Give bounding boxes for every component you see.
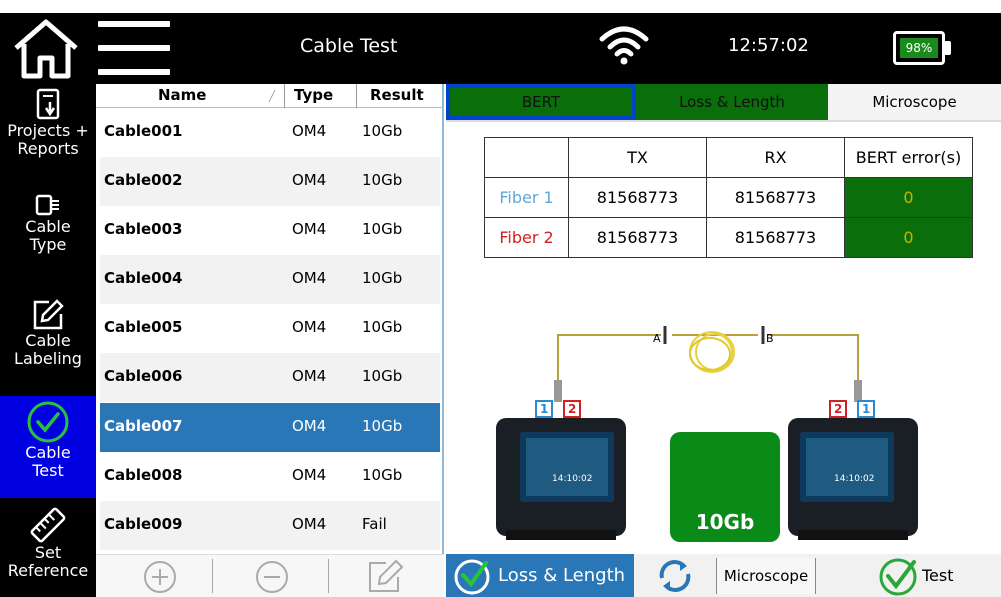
edit-icon <box>33 299 64 330</box>
loss-length-button[interactable]: Loss & Length <box>446 554 634 597</box>
header-bar: Cable Test 12:57:02 98% <box>0 13 1001 84</box>
sidebar-item-cable-type[interactable]: Cable Type <box>0 190 96 280</box>
wifi-icon <box>599 26 649 65</box>
test-check-icon[interactable] <box>876 556 922 596</box>
ruler-icon <box>30 507 66 543</box>
list-header: Name Type Result <box>96 84 442 108</box>
battery-icon: 98% <box>893 31 953 65</box>
sidebar: Projects + Reports Cable Type Cable Labe… <box>0 84 96 597</box>
sidebar-item-projects-reports[interactable]: Projects + Reports <box>0 84 96 172</box>
table-row[interactable]: Cable005 OM4 10Gb <box>100 304 440 353</box>
column-type-header[interactable]: Type <box>294 86 333 104</box>
top-strip <box>380 0 645 13</box>
list-toolbar <box>96 554 444 597</box>
device-clock-left: 14:10:02 <box>552 474 593 484</box>
cable-list: Name Type Result Cable001 OM4 10Gb Cable… <box>96 84 444 554</box>
port-2-label: 2 <box>568 402 577 416</box>
sort-icon <box>268 90 276 102</box>
check-circle-icon <box>27 401 69 443</box>
page-title: Cable Test <box>300 35 398 57</box>
test-button[interactable]: Test <box>922 566 954 585</box>
device-clock-right: 14:10:02 <box>834 474 875 484</box>
end-a-label: A <box>653 332 661 345</box>
battery-level: 98% <box>900 38 938 58</box>
table-row[interactable]: Cable001 OM4 10Gb <box>100 108 440 157</box>
tab-microscope[interactable]: Microscope <box>828 84 1001 120</box>
bottom-toolbar: Loss & Length Microscope Test <box>446 554 1001 597</box>
end-b-label: B <box>766 332 774 345</box>
tab-divider <box>446 120 1001 122</box>
result-tabs: BERT Loss & Length Microscope <box>446 84 1001 120</box>
table-row: Fiber 2 81568773 81568773 0 <box>484 217 973 258</box>
table-row[interactable]: Cable002 OM4 10Gb <box>100 157 440 206</box>
port-2-label: 2 <box>834 402 843 416</box>
sidebar-item-cable-test[interactable]: Cable Test <box>0 396 96 498</box>
port-1-label: 1 <box>540 402 549 416</box>
table-row[interactable]: Cable006 OM4 10Gb <box>100 353 440 402</box>
menu-icon[interactable] <box>98 21 170 75</box>
check-circle-icon <box>454 559 490 595</box>
port-1-label: 1 <box>862 402 871 416</box>
pass-speed-label: 10Gb <box>695 510 755 534</box>
bert-results-table: TX RX BERT error(s) Fiber 1 81568773 815… <box>484 137 973 258</box>
phone-document-icon <box>36 88 60 120</box>
add-cable-button[interactable] <box>140 559 180 595</box>
table-row[interactable]: Cable003 OM4 10Gb <box>100 206 440 255</box>
table-row[interactable]: Cable008 OM4 10Gb <box>100 452 440 501</box>
remove-cable-button[interactable] <box>252 559 292 595</box>
microscope-button[interactable]: Microscope <box>716 558 816 594</box>
tab-bert[interactable]: BERT <box>446 84 636 120</box>
sidebar-item-set-reference[interactable]: Set Reference <box>0 504 96 597</box>
table-row-selected[interactable]: Cable007 OM4 10Gb <box>100 403 440 452</box>
pass-badge: 10Gb <box>670 432 780 542</box>
edit-cable-button[interactable] <box>366 559 406 595</box>
home-icon[interactable] <box>10 18 82 80</box>
table-row: Fiber 1 81568773 81568773 0 <box>484 177 973 218</box>
sidebar-item-cable-labeling[interactable]: Cable Labeling <box>0 294 96 390</box>
connector-icon <box>35 194 59 216</box>
cable-diagram: A B 1 2 2 1 14:10:02 14:10:02 10Gb <box>446 280 1001 555</box>
refresh-icon[interactable] <box>654 558 696 594</box>
table-row[interactable]: Cable009 OM4 Fail <box>100 501 440 550</box>
column-name-header[interactable]: Name <box>158 86 206 104</box>
tab-loss-length[interactable]: Loss & Length <box>636 84 828 120</box>
column-result-header[interactable]: Result <box>370 86 424 104</box>
table-header-row: TX RX BERT error(s) <box>484 137 973 178</box>
table-row[interactable]: Cable004 OM4 10Gb <box>100 255 440 304</box>
clock: 12:57:02 <box>728 35 809 56</box>
